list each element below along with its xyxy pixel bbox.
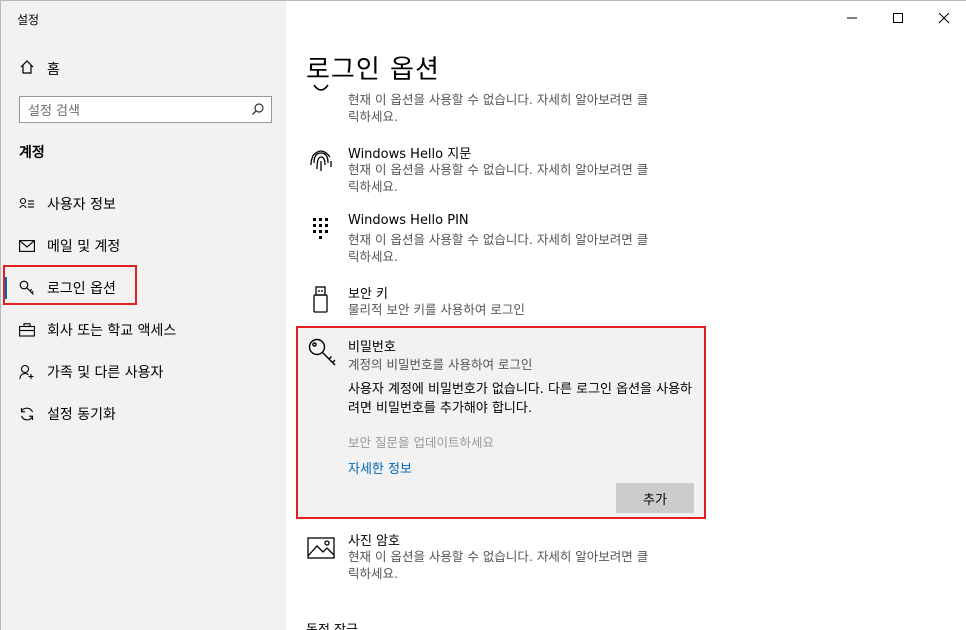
- picture-icon: [306, 532, 336, 562]
- option-title: Windows Hello 지문: [348, 147, 472, 162]
- active-indicator: [3, 277, 7, 299]
- minimize-icon[interactable]: [829, 1, 875, 35]
- sidebar-nav: 사용자 정보 메일 및 계정 로그인 옵션 회사 또는 학교 액세스 가족 및 …: [1, 183, 286, 435]
- search-icon[interactable]: [251, 102, 265, 120]
- password-panel[interactable]: 비밀번호 계정의 비밀번호를 사용하여 로그인 사용자 계정에 비밀번호가 없습…: [296, 326, 706, 519]
- sidebar: 설정 홈 설정 검색 계정 사용자 정보 메일 및 계정 로그인 옵션 회사 또…: [1, 1, 286, 630]
- add-user-icon: [19, 364, 35, 380]
- option-title: Windows Hello PIN: [348, 213, 469, 228]
- option-desc-line: 릭하세요.: [348, 179, 398, 194]
- option-desc: 현재 이 옵션을 사용할 수 없습니다. 자세히 알아보려면 클 릭하세요.: [348, 91, 708, 125]
- option-desc: 현재 이 옵션을 사용할 수 없습니다. 자세히 알아보려면 클 릭하세요.: [348, 548, 708, 582]
- option-desc-line: 현재 이 옵션을 사용할 수 없습니다. 자세히 알아보려면 클: [348, 549, 649, 564]
- sidebar-item-family[interactable]: 가족 및 다른 사용자: [1, 351, 286, 393]
- settings-window: 설정 홈 설정 검색 계정 사용자 정보 메일 및 계정 로그인 옵션 회사 또…: [0, 0, 966, 630]
- user-info-icon: [19, 196, 35, 212]
- maximize-icon[interactable]: [875, 1, 921, 35]
- pin-keypad-icon: [306, 215, 336, 245]
- sidebar-item-label: 메일 및 계정: [47, 239, 121, 255]
- section-title: 계정: [19, 145, 45, 161]
- option-desc-line: 릭하세요.: [348, 566, 398, 581]
- sidebar-item-label: 설정 동기화: [47, 407, 116, 423]
- sync-icon: [19, 406, 35, 422]
- home-icon: [19, 59, 35, 79]
- usb-key-icon: [306, 285, 336, 315]
- fingerprint-icon: [306, 145, 336, 175]
- search-input[interactable]: 설정 검색: [19, 96, 272, 123]
- password-message: 사용자 계정에 비밀번호가 없습니다. 다른 로그인 옵션을 사용하려면 비밀번…: [348, 382, 693, 416]
- option-desc-line: 릭하세요.: [348, 109, 398, 124]
- option-title: 보안 키: [348, 287, 389, 302]
- mail-icon: [19, 238, 35, 254]
- learn-more-link[interactable]: 자세한 정보: [348, 458, 412, 477]
- sidebar-item-sign-in-options[interactable]: 로그인 옵션: [1, 267, 286, 309]
- option-desc-line: 현재 이 옵션을 사용할 수 없습니다. 자세히 알아보려면 클: [348, 232, 649, 247]
- face-icon: [306, 83, 336, 113]
- home-link[interactable]: 홈: [19, 59, 60, 79]
- sidebar-item-label: 회사 또는 학교 액세스: [47, 323, 177, 339]
- home-label: 홈: [47, 62, 60, 78]
- sidebar-item-mail[interactable]: 메일 및 계정: [1, 225, 286, 267]
- window-title: 설정: [17, 13, 40, 27]
- key-icon: [19, 280, 35, 296]
- add-password-button[interactable]: 추가: [616, 483, 694, 513]
- close-icon[interactable]: [921, 1, 966, 35]
- sidebar-item-work-school[interactable]: 회사 또는 학교 액세스: [1, 309, 286, 351]
- option-desc: 물리적 보안 키를 사용하여 로그인: [348, 301, 708, 318]
- sidebar-item-user-info[interactable]: 사용자 정보: [1, 183, 286, 225]
- page-title: 로그인 옵션: [306, 55, 440, 85]
- password-title: 비밀번호: [348, 340, 396, 355]
- sidebar-item-label: 사용자 정보: [47, 197, 116, 213]
- window-controls: [829, 1, 966, 35]
- option-desc-line: 릭하세요.: [348, 249, 398, 264]
- password-subtitle: 계정의 비밀번호를 사용하여 로그인: [348, 357, 533, 372]
- option-desc-line: 현재 이 옵션을 사용할 수 없습니다. 자세히 알아보려면 클: [348, 162, 649, 177]
- search-placeholder: 설정 검색: [28, 104, 80, 119]
- option-desc-line: 물리적 보안 키를 사용하여 로그인: [348, 302, 525, 317]
- sidebar-item-label: 가족 및 다른 사용자: [47, 365, 164, 381]
- main-content: 로그인 옵션 현재 이 옵션을 사용할 수 없습니다. 자세히 알아보려면 클 …: [286, 1, 966, 630]
- option-title: 사진 암호: [348, 534, 400, 549]
- password-key-icon: [308, 338, 338, 374]
- option-desc-line: 현재 이 옵션을 사용할 수 없습니다. 자세히 알아보려면 클: [348, 92, 649, 107]
- sidebar-item-label: 로그인 옵션: [47, 281, 116, 297]
- briefcase-icon: [19, 322, 35, 338]
- update-security-questions-link: 보안 질문을 업데이트하세요: [348, 435, 494, 450]
- sidebar-item-sync[interactable]: 설정 동기화: [1, 393, 286, 435]
- option-desc: 현재 이 옵션을 사용할 수 없습니다. 자세히 알아보려면 클 릭하세요.: [348, 161, 708, 195]
- option-desc: 현재 이 옵션을 사용할 수 없습니다. 자세히 알아보려면 클 릭하세요.: [348, 231, 708, 265]
- dynamic-lock-title-cut: 동적 잠금: [306, 619, 358, 630]
